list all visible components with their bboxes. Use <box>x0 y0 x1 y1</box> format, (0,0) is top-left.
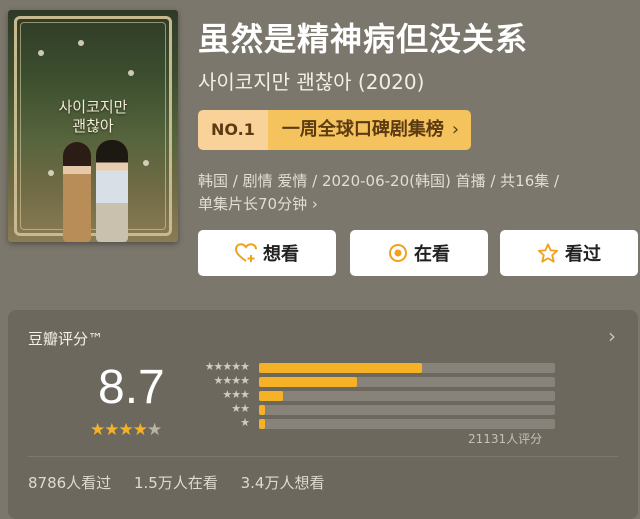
rating-row-stars: ★★ <box>231 402 250 415</box>
rating-bar-track <box>259 391 555 401</box>
poster-figure-woman <box>63 142 91 242</box>
original-title: 사이코지만 괜찮아 (2020) <box>198 70 425 94</box>
chevron-right-icon: › <box>311 195 318 213</box>
rating-bar-fill <box>259 391 283 401</box>
rating-bar-fill <box>259 363 422 373</box>
chevron-right-icon: › <box>451 119 460 140</box>
watched-count: 8786人看过 <box>28 474 112 492</box>
watching-count: 1.5万人在看 <box>133 474 218 492</box>
watched-label: 看过 <box>565 244 601 265</box>
page-title: 虽然是精神病但没关系 <box>198 20 529 58</box>
meta-line2-row: 单集片长70分钟 › <box>198 193 638 216</box>
half-star-icon: ★ <box>146 420 162 440</box>
rank-list-label: 一周全球口碑剧集榜 <box>281 119 444 140</box>
target-icon <box>388 243 408 263</box>
want-to-watch-label: 想看 <box>263 244 299 265</box>
poster-flower <box>48 170 54 176</box>
chevron-right-icon[interactable]: › <box>608 324 616 348</box>
watching-label: 在看 <box>414 244 450 265</box>
heart-plus-icon <box>235 243 257 263</box>
filled-stars: ★★★★ <box>90 420 148 440</box>
star-outline-icon <box>537 242 559 264</box>
poster-title-line2: 괜찮아 <box>72 117 114 135</box>
rating-row-stars: ★★★ <box>222 388 250 401</box>
rating-row-stars: ★ <box>240 416 250 429</box>
rating-bar-fill <box>259 419 265 429</box>
watch-stats: 8786人看过 1.5万人在看 3.4万人想看 <box>28 472 342 493</box>
poster-image[interactable]: 사이코지만 괜찮아 <box>8 10 178 242</box>
rating-bar-track <box>259 377 555 387</box>
show-meta[interactable]: 韩国 / 剧情 爱情 / 2020-06-20(韩国) 首播 / 共16集 / … <box>198 170 638 216</box>
rating-bar-track <box>259 363 555 373</box>
wish-count: 3.4万人想看 <box>240 474 325 492</box>
rating-bar-fill <box>259 405 265 415</box>
watching-button[interactable]: 在看 <box>350 230 488 276</box>
poster-flower <box>78 40 84 46</box>
poster-title-line1: 사이코지만 <box>58 98 128 116</box>
vote-count: 21131人评分 <box>468 432 543 446</box>
rating-label: 豆瓣评分™ <box>28 330 104 348</box>
poster-title: 사이코지만 괜찮아 <box>8 98 178 136</box>
rating-bar-track <box>259 405 555 415</box>
rating-card[interactable]: 豆瓣评分™ › 8.7 ★★★★★ ★★★★★ ★★★★ ★★★ ★★ ★ 21… <box>8 310 638 519</box>
want-to-watch-button[interactable]: 想看 <box>198 230 336 276</box>
rating-stars: ★★★★★ <box>90 420 162 440</box>
rating-row-stars: ★★★★★ <box>204 360 250 373</box>
rating-score: 8.7 <box>98 361 165 414</box>
watched-button[interactable]: 看过 <box>500 230 638 276</box>
meta-line2: 单集片长70分钟 <box>198 195 308 213</box>
rating-row-stars: ★★★★ <box>213 374 250 387</box>
meta-line1: 韩国 / 剧情 爱情 / 2020-06-20(韩国) 首播 / 共16集 / <box>198 172 560 190</box>
rating-bar-track <box>259 419 555 429</box>
poster-flower <box>143 160 149 166</box>
divider <box>28 456 618 457</box>
poster-flower <box>128 70 134 76</box>
poster-flower <box>38 50 44 56</box>
ranking-badge[interactable]: NO.1 一周全球口碑剧集榜 › <box>198 110 472 150</box>
rank-number: NO.1 <box>198 110 268 150</box>
rank-list-name: 一周全球口碑剧集榜 › <box>267 110 472 150</box>
poster-figure-man <box>96 140 128 242</box>
rating-bar-fill <box>259 377 357 387</box>
